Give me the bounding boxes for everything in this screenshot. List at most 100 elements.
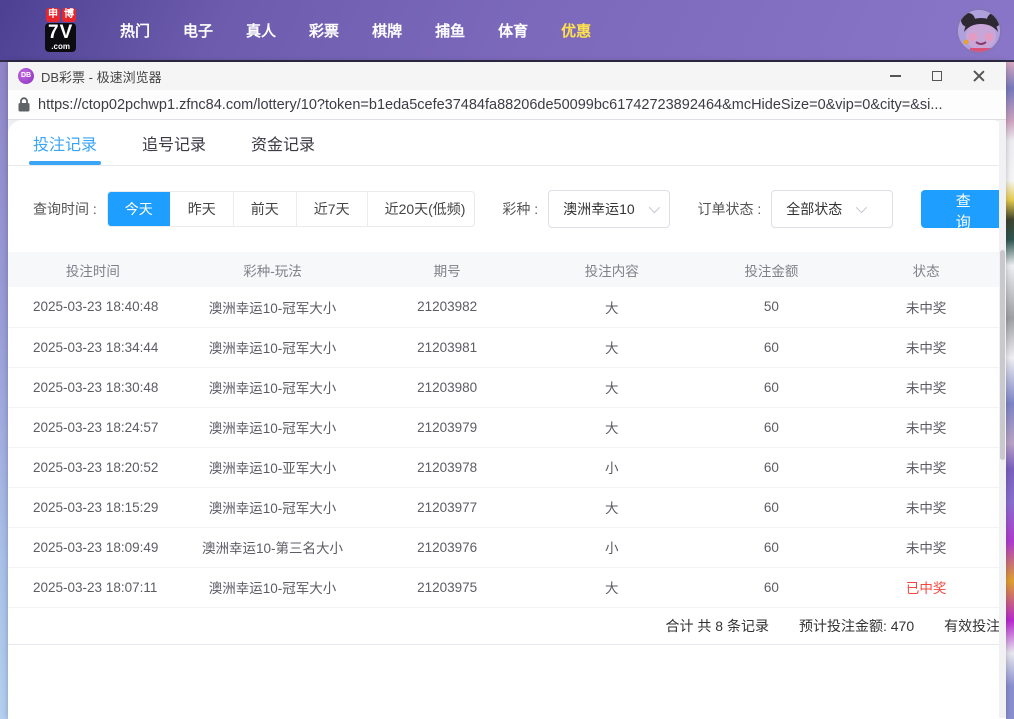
time-range-option[interactable]: 今天 bbox=[108, 192, 170, 226]
cell-issue-no: 21203980 bbox=[367, 367, 527, 407]
table-column-header: 投注内容 bbox=[527, 252, 697, 287]
top-nav-item-1[interactable]: 电子 bbox=[183, 20, 213, 41]
cell-bet-amount: 60 bbox=[697, 487, 847, 527]
tab-0[interactable]: 投注记录 bbox=[33, 120, 97, 165]
cell-bet-content: 大 bbox=[527, 287, 697, 327]
order-status-select[interactable]: 全部状态 bbox=[771, 190, 893, 228]
time-range-option[interactable]: 昨天 bbox=[170, 192, 233, 226]
table-row[interactable]: 2025-03-23 18:40:48 澳洲幸运10-冠军大小 21203982… bbox=[8, 287, 1006, 327]
top-nav-item-2[interactable]: 真人 bbox=[246, 20, 276, 41]
table-row[interactable]: 2025-03-23 18:30:48 澳洲幸运10-冠军大小 21203980… bbox=[8, 367, 1006, 407]
cell-game-play: 澳洲幸运10-冠军大小 bbox=[178, 487, 368, 527]
status-select-value: 全部状态 bbox=[786, 199, 842, 219]
cell-status: 已中奖 bbox=[846, 567, 1006, 607]
top-nav-item-0[interactable]: 热门 bbox=[120, 20, 150, 41]
cell-status: 未中奖 bbox=[846, 407, 1006, 447]
logo-main-text: 7V bbox=[48, 22, 73, 43]
user-avatar[interactable] bbox=[956, 8, 1002, 54]
time-range-option[interactable]: 前天 bbox=[233, 192, 296, 226]
maximize-button[interactable] bbox=[916, 63, 958, 89]
table-row[interactable]: 2025-03-23 18:09:49 澳洲幸运10-第三名大小 2120397… bbox=[8, 527, 1006, 567]
cell-bet-content: 小 bbox=[527, 527, 697, 567]
search-button[interactable]: 查询 bbox=[921, 190, 1006, 228]
logo-box: 7V .com bbox=[45, 23, 76, 52]
table-column-header: 期号 bbox=[367, 252, 527, 287]
close-button[interactable] bbox=[958, 63, 1000, 89]
status-filter-label: 订单状态 : bbox=[698, 199, 762, 219]
time-range-option[interactable]: 近20天(低频) bbox=[367, 192, 475, 226]
cell-bet-time: 2025-03-23 18:09:49 bbox=[8, 527, 178, 567]
top-nav-item-7[interactable]: 优惠 bbox=[561, 20, 591, 41]
window-titlebar: DB DB彩票 - 极速浏览器 bbox=[8, 62, 1006, 90]
close-icon bbox=[973, 70, 985, 82]
cell-bet-amount: 50 bbox=[697, 287, 847, 327]
scrollbar-thumb[interactable] bbox=[1000, 250, 1005, 460]
cell-bet-time: 2025-03-23 18:24:57 bbox=[8, 407, 178, 447]
page-background-right-strip bbox=[1006, 62, 1014, 719]
cell-bet-content: 大 bbox=[527, 567, 697, 607]
vertical-scrollbar[interactable] bbox=[999, 120, 1006, 718]
total-records-label: 合计 共 8 条记录 bbox=[666, 616, 769, 636]
lottery-select[interactable]: 澳洲幸运10 bbox=[548, 190, 670, 228]
page-content: 投注记录追号记录资金记录 查询时间 : 今天昨天前天近7天近20天(低频) 彩种… bbox=[8, 120, 1006, 718]
cell-status: 未中奖 bbox=[846, 287, 1006, 327]
cell-status: 未中奖 bbox=[846, 447, 1006, 487]
cell-bet-time: 2025-03-23 18:07:11 bbox=[8, 567, 178, 607]
cell-status: 未中奖 bbox=[846, 327, 1006, 367]
table-row[interactable]: 2025-03-23 18:34:44 澳洲幸运10-冠军大小 21203981… bbox=[8, 327, 1006, 367]
cell-issue-no: 21203977 bbox=[367, 487, 527, 527]
cell-issue-no: 21203979 bbox=[367, 407, 527, 447]
cell-game-play: 澳洲幸运10-冠军大小 bbox=[178, 327, 368, 367]
logo-suffix-text: .com bbox=[48, 43, 73, 50]
top-nav-item-4[interactable]: 棋牌 bbox=[372, 20, 402, 41]
expected-amount-label: 预计投注金额: 470 bbox=[799, 616, 914, 636]
cell-issue-no: 21203978 bbox=[367, 447, 527, 487]
cell-bet-amount: 60 bbox=[697, 327, 847, 367]
table-row[interactable]: 2025-03-23 18:24:57 澳洲幸运10-冠军大小 21203979… bbox=[8, 407, 1006, 447]
cell-status: 未中奖 bbox=[846, 367, 1006, 407]
db-app-icon: DB bbox=[18, 68, 34, 84]
minimize-button[interactable] bbox=[874, 63, 916, 89]
cell-bet-amount: 60 bbox=[697, 367, 847, 407]
cell-status: 未中奖 bbox=[846, 527, 1006, 567]
cell-bet-time: 2025-03-23 18:40:48 bbox=[8, 287, 178, 327]
cell-game-play: 澳洲幸运10-冠军大小 bbox=[178, 567, 368, 607]
tab-2[interactable]: 资金记录 bbox=[251, 120, 315, 165]
cell-bet-time: 2025-03-23 18:15:29 bbox=[8, 487, 178, 527]
table-body: 2025-03-23 18:40:48 澳洲幸运10-冠军大小 21203982… bbox=[8, 287, 1006, 607]
top-nav-item-6[interactable]: 体育 bbox=[498, 20, 528, 41]
valid-amount-label: 有效投注金额: bbox=[944, 616, 1006, 636]
site-logo[interactable]: 申 博 7V .com bbox=[45, 8, 95, 52]
cell-bet-amount: 60 bbox=[697, 527, 847, 567]
cell-bet-time: 2025-03-23 18:30:48 bbox=[8, 367, 178, 407]
cell-issue-no: 21203975 bbox=[367, 567, 527, 607]
lock-icon bbox=[18, 97, 30, 112]
logo-badges: 申 博 bbox=[46, 8, 76, 22]
table-column-header: 投注金额 bbox=[697, 252, 847, 287]
summary-bar: 合计 共 8 条记录 预计投注金额: 470 有效投注金额: bbox=[8, 608, 1006, 645]
table-row[interactable]: 2025-03-23 18:15:29 澳洲幸运10-冠军大小 21203977… bbox=[8, 487, 1006, 527]
tab-1[interactable]: 追号记录 bbox=[142, 120, 206, 165]
table-column-header: 状态 bbox=[846, 252, 1006, 287]
cell-issue-no: 21203976 bbox=[367, 527, 527, 567]
url-text: https://ctop02pchwp1.zfnc84.com/lottery/… bbox=[38, 97, 943, 113]
url-bar[interactable]: https://ctop02pchwp1.zfnc84.com/lottery/… bbox=[8, 90, 1006, 120]
time-range-option[interactable]: 近7天 bbox=[296, 192, 367, 226]
cell-status: 未中奖 bbox=[846, 487, 1006, 527]
table-row[interactable]: 2025-03-23 18:20:52 澳洲幸运10-亚军大小 21203978… bbox=[8, 447, 1006, 487]
chevron-down-icon bbox=[648, 202, 659, 213]
top-nav-items: 热门 电子 真人 彩票 棋牌 捕鱼 体育 优惠 bbox=[120, 20, 591, 41]
cell-game-play: 澳洲幸运10-冠军大小 bbox=[178, 287, 368, 327]
table-row[interactable]: 2025-03-23 18:07:11 澳洲幸运10-冠军大小 21203975… bbox=[8, 567, 1006, 607]
page-background-left-strip bbox=[0, 62, 8, 719]
cell-bet-content: 大 bbox=[527, 367, 697, 407]
top-nav-item-3[interactable]: 彩票 bbox=[309, 20, 339, 41]
cell-bet-time: 2025-03-23 18:34:44 bbox=[8, 327, 178, 367]
cell-game-play: 澳洲幸运10-亚军大小 bbox=[178, 447, 368, 487]
filter-bar: 查询时间 : 今天昨天前天近7天近20天(低频) 彩种 : 澳洲幸运10 订单状… bbox=[33, 190, 1006, 228]
cell-bet-content: 大 bbox=[527, 487, 697, 527]
logo-badge-shen: 申 bbox=[46, 8, 60, 22]
cell-bet-amount: 60 bbox=[697, 407, 847, 447]
avatar-illustration bbox=[958, 10, 1002, 54]
top-nav-item-5[interactable]: 捕鱼 bbox=[435, 20, 465, 41]
